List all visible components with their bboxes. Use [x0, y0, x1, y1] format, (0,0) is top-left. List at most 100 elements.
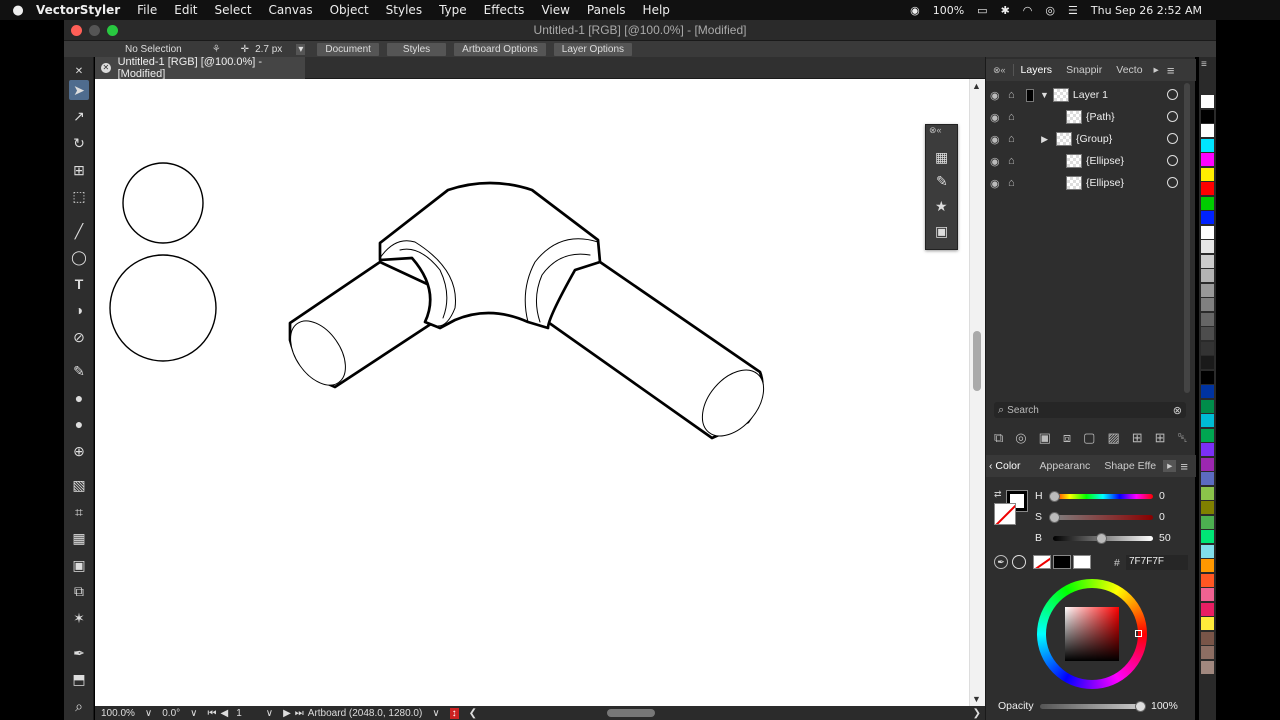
knife-tool-icon[interactable]: ⊘: [69, 327, 89, 347]
close-tab-icon[interactable]: ✕: [101, 63, 111, 73]
color-swatch[interactable]: [1201, 312, 1214, 326]
menu-type[interactable]: Type: [439, 3, 467, 17]
swap-colors-icon[interactable]: ⇄: [994, 489, 1002, 500]
artboard-dropdown-icon[interactable]: ∨: [266, 708, 273, 719]
crop-tool-icon[interactable]: ⬒: [69, 669, 89, 689]
large-circle[interactable]: [109, 254, 217, 362]
color-swatch[interactable]: [1201, 428, 1214, 442]
new-layer-icon[interactable]: ⊞: [1155, 430, 1166, 448]
target-circle-icon[interactable]: [1167, 111, 1178, 122]
scroll-right-icon[interactable]: ❯: [973, 708, 981, 719]
color-swatch[interactable]: [1201, 399, 1214, 413]
pen-icon[interactable]: ✎: [936, 173, 948, 190]
color-swatch[interactable]: [1201, 544, 1214, 558]
artboard-options-button[interactable]: Artboard Options: [454, 42, 546, 56]
visibility-eye-icon[interactable]: ◉: [990, 89, 1004, 102]
document-button[interactable]: Document: [317, 42, 379, 56]
hue-slider-knob[interactable]: [1049, 491, 1060, 502]
layer-row[interactable]: ◉ ⌂ ▼ Layer 1: [990, 84, 1178, 106]
hex-input[interactable]: 7F7F7F: [1126, 555, 1188, 570]
layer-options-button[interactable]: Layer Options: [553, 42, 633, 56]
menu-app-name[interactable]: VectorStyler: [36, 3, 120, 17]
artboard-index-field[interactable]: 1: [236, 708, 242, 719]
artboard-canvas[interactable]: [95, 79, 969, 706]
quick-white-swatch[interactable]: [1073, 555, 1091, 569]
saturation-slider[interactable]: [1053, 515, 1153, 520]
layer-row[interactable]: ◉ ⌂ {Ellipse}: [990, 172, 1178, 194]
last-artboard-icon[interactable]: ⏭: [295, 708, 304, 719]
layer-row[interactable]: ◉ ⌂ ▶ {Group}: [990, 128, 1178, 150]
globe-tool-icon[interactable]: ⊕: [69, 441, 89, 461]
status-alert-icon[interactable]: ↕: [449, 707, 459, 719]
artboard-tool-icon[interactable]: ▣: [69, 555, 89, 575]
canvas-vertical-scrollbar[interactable]: ▲ ▼: [969, 79, 985, 706]
stroke-width-stepper[interactable]: ▾: [296, 43, 306, 55]
floating-toolbar-header[interactable]: ⊗«: [929, 125, 942, 136]
menu-panels[interactable]: Panels: [587, 3, 626, 17]
color-swatch[interactable]: [1201, 617, 1214, 630]
transform-tool-icon[interactable]: ⊞: [69, 160, 89, 180]
scroll-up-icon[interactable]: ▲: [972, 81, 981, 91]
shape-builder-tool-icon[interactable]: ◑: [69, 300, 89, 320]
tab-shape-effects[interactable]: Shape Effe: [1097, 460, 1163, 472]
color-mode-circle-icon[interactable]: [1012, 555, 1026, 569]
pattern-tool-icon[interactable]: ▦: [69, 528, 89, 548]
menu-styles[interactable]: Styles: [386, 3, 422, 17]
color-swatch[interactable]: [1201, 269, 1214, 282]
elbow-pipe-drawing[interactable]: [279, 181, 775, 448]
text-tool-icon[interactable]: T: [69, 274, 89, 294]
saturation-value-square[interactable]: [1065, 607, 1119, 661]
delete-layer-icon[interactable]: ␡: [1178, 430, 1188, 448]
next-artboard-icon[interactable]: ▶: [283, 708, 291, 719]
color-swatch[interactable]: [1201, 530, 1214, 543]
ungroup-icon[interactable]: ⧈: [1063, 430, 1071, 448]
tab-color[interactable]: ‹ Color: [986, 460, 1025, 472]
lock-icon[interactable]: ⌂: [1008, 133, 1026, 145]
color-swatch[interactable]: [1201, 515, 1214, 529]
color-swatch[interactable]: [1201, 341, 1214, 355]
color-swatch[interactable]: [1201, 370, 1214, 384]
color-eyedropper-icon[interactable]: ✒: [994, 555, 1008, 569]
zoom-dropdown-icon[interactable]: ∨: [145, 708, 152, 719]
color-swatch[interactable]: [1201, 283, 1214, 297]
color-swatch[interactable]: [1201, 138, 1214, 152]
stack-icon[interactable]: ▣: [935, 223, 948, 240]
eyedropper-tool-icon[interactable]: ✒: [69, 643, 89, 663]
color-swatch[interactable]: [1201, 356, 1214, 369]
color-swatch[interactable]: [1201, 327, 1214, 340]
magic-brush-icon[interactable]: ★: [935, 198, 948, 215]
menu-object[interactable]: Object: [330, 3, 369, 17]
menu-file[interactable]: File: [137, 3, 157, 17]
color-swatch[interactable]: [1201, 225, 1214, 239]
zoom-tool-icon[interactable]: ⌕: [69, 696, 89, 716]
spray-tool-icon[interactable]: ✶: [69, 608, 89, 628]
tab-layers[interactable]: Layers: [1012, 64, 1060, 76]
screen-recorder-icon[interactable]: ◉: [910, 4, 920, 17]
lock-icon[interactable]: ⌂: [1008, 111, 1026, 123]
target-circle-icon[interactable]: [1167, 155, 1178, 166]
styles-button[interactable]: Styles: [386, 42, 447, 56]
color-swatch[interactable]: [1201, 646, 1214, 659]
color-swatch[interactable]: [1201, 385, 1214, 398]
color-swatch[interactable]: [1201, 95, 1214, 108]
opacity-value[interactable]: 100%: [1151, 700, 1178, 712]
color-wheel[interactable]: [1037, 579, 1147, 689]
menu-select[interactable]: Select: [215, 3, 252, 17]
color-swatch[interactable]: [1201, 240, 1214, 253]
scroll-down-icon[interactable]: ▼: [972, 694, 981, 704]
expand-layer-icon[interactable]: ▼: [1040, 90, 1049, 100]
group-icon[interactable]: ▣: [1039, 430, 1051, 448]
color-swatch[interactable]: [1201, 254, 1214, 268]
color-swatch[interactable]: [1201, 124, 1214, 137]
color-swatch[interactable]: [1201, 472, 1214, 485]
marquee-tool-icon[interactable]: ⬚: [69, 186, 89, 206]
artboard-info-dropdown-icon[interactable]: ∨: [432, 708, 439, 719]
gradient-tool-icon[interactable]: ▧: [69, 475, 89, 495]
color-swatch[interactable]: [1201, 167, 1214, 181]
color-swatch[interactable]: [1201, 631, 1214, 645]
duplicate-icon[interactable]: ⧉: [994, 430, 1003, 448]
brightness-value[interactable]: 50: [1159, 532, 1171, 544]
color-tabs-more-icon[interactable]: ▸: [1163, 460, 1177, 472]
selection-tool-icon[interactable]: ➤: [69, 80, 89, 100]
color-swatch[interactable]: [1201, 443, 1214, 456]
